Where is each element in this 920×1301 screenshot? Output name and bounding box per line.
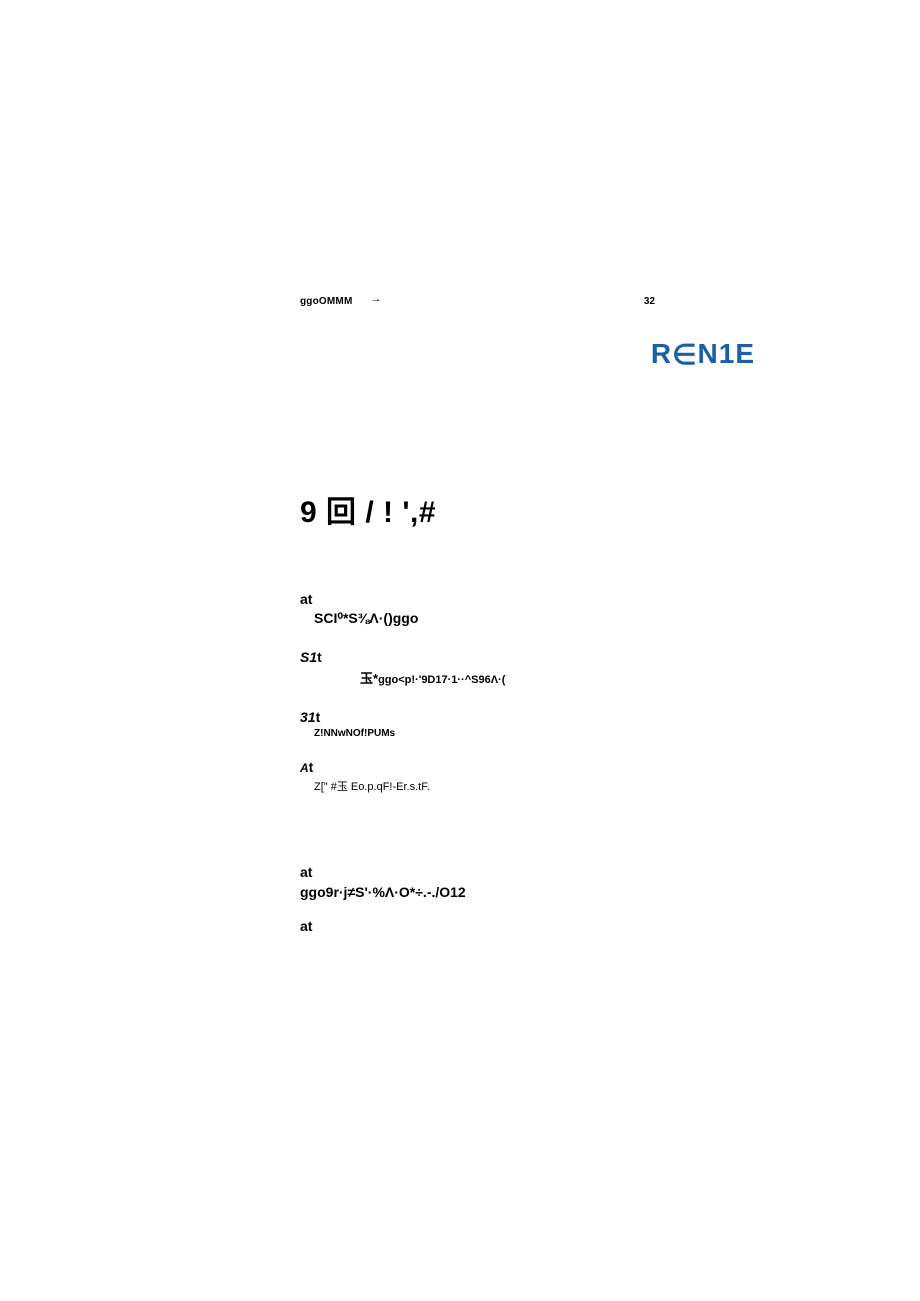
section-4-label-suffix: t <box>309 759 314 775</box>
section-1: at SCI⁰*S⅜Λ·()ggo <box>300 591 740 627</box>
section-2-label-prefix: S1 <box>300 649 317 665</box>
header-left-text: ggoOMMM <box>300 296 353 307</box>
section-5-content: ggo9r·j≠S'·%Λ·O*÷.-./O12 <box>300 884 740 900</box>
section-5-label: at <box>300 864 740 880</box>
section-2-label: S1t <box>300 649 740 665</box>
section-2-mid: ggo <box>378 674 398 686</box>
section-5: at ggo9r·j≠S'·%Λ·O*÷.-./O12 <box>300 864 740 900</box>
section-3-label-suffix: t <box>316 709 321 725</box>
section-2: S1t 玉*ggo<p!·'9D17·1··^S96Λ·( <box>300 649 740 687</box>
section-4: At Z[" #玉 Eo.p.qF!-Er.s.tF. <box>300 759 740 794</box>
section-2-content: 玉*ggo<p!·'9D17·1··^S96Λ·( <box>360 668 740 687</box>
page-number: 32 <box>644 296 740 307</box>
arrow-icon: → <box>371 293 382 305</box>
document-page: ggoOMMM → 32 R∈N1E 9 回 / ! ',# at SCI⁰*S… <box>300 295 740 938</box>
section-6: at <box>300 918 740 934</box>
section-2-prefix: 玉* <box>360 671 378 686</box>
section-3-content: Z!NNwNOf!PUMs <box>314 728 740 739</box>
section-2-suffix: <p!·'9D17·1··^S96Λ·( <box>398 674 505 686</box>
section-3-label: 31t <box>300 709 740 725</box>
spacer <box>300 794 740 864</box>
section-6-label: at <box>300 918 740 934</box>
section-3-label-prefix: 31 <box>300 709 316 725</box>
brand-logo: R∈N1E <box>651 337 755 370</box>
section-4-label: At <box>300 759 740 775</box>
document-title: 9 回 / ! ',# <box>300 487 740 531</box>
section-1-label: at <box>300 591 740 607</box>
element-of-icon: ∈ <box>672 339 697 370</box>
section-4-content: Z[" #玉 Eo.p.qF!-Er.s.tF. <box>314 778 740 794</box>
logo-part-rest: N1E <box>698 338 755 369</box>
section-1-content: SCI⁰*S⅜Λ·()ggo <box>314 610 740 627</box>
section-4-label-prefix: A <box>300 761 309 775</box>
logo-part-r: R <box>651 338 672 369</box>
header-row: ggoOMMM → 32 <box>300 295 740 307</box>
section-3: 31t Z!NNwNOf!PUMs <box>300 709 740 739</box>
section-2-label-suffix: t <box>317 649 322 665</box>
